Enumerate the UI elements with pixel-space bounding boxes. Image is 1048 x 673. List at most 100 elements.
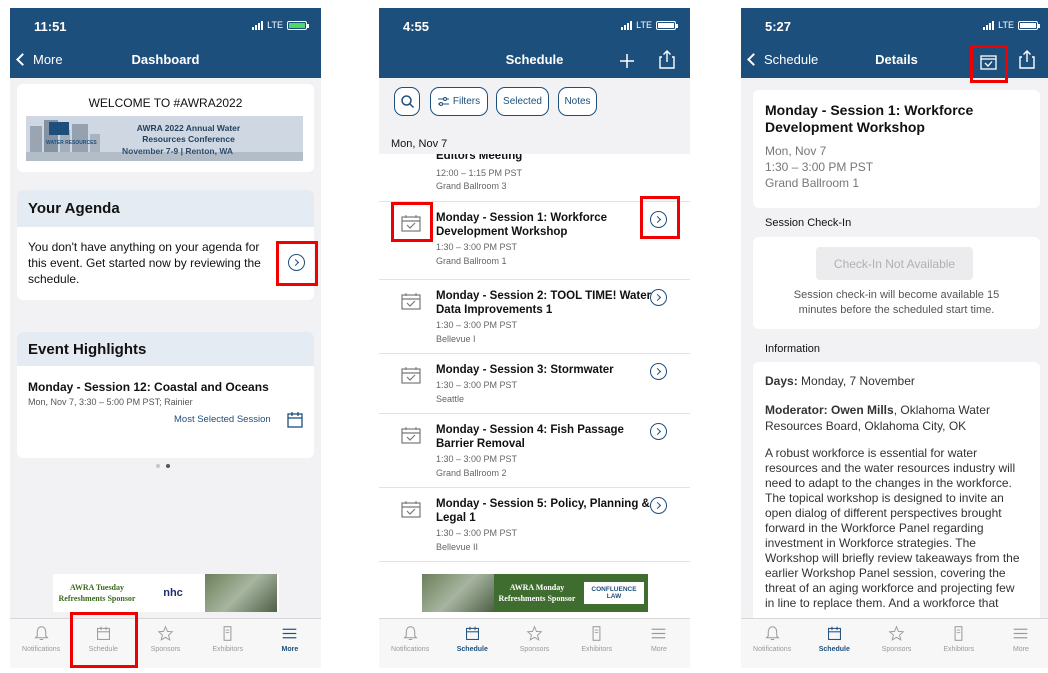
menu-icon: [1014, 628, 1028, 639]
star-icon: [157, 625, 174, 641]
session-time: 1:30 – 3:00 PM PST: [436, 242, 518, 252]
plus-icon[interactable]: [620, 54, 634, 68]
tab-exhibitors[interactable]: Exhibitors: [566, 619, 628, 668]
tab-schedule[interactable]: Schedule: [441, 619, 503, 668]
search-button[interactable]: [394, 87, 420, 116]
tab-exhibitors[interactable]: Exhibitors: [928, 619, 990, 668]
session-title: Monday - Session 4: Fish Passage Barrier…: [436, 424, 624, 450]
tab-bar: Notifications Schedule Sponsors Exhibito…: [10, 618, 321, 668]
session-details-button[interactable]: [650, 423, 667, 440]
sliders-icon: [437, 97, 449, 106]
nav-bar: More Dashboard: [10, 42, 321, 78]
session-title: Monday - Session 2: TOOL TIME! Water Dat…: [436, 290, 652, 316]
tab-sponsors[interactable]: Sponsors: [134, 619, 196, 668]
tab-sponsors[interactable]: Sponsors: [865, 619, 927, 668]
chevron-right-icon: [653, 367, 662, 376]
session-room: Seattle: [436, 394, 465, 404]
session-summary-card: Monday - Session 1: Workforce Developmen…: [753, 90, 1040, 208]
calendar-check-icon[interactable]: [401, 366, 421, 384]
session-room: Bellevue II: [436, 542, 479, 552]
agenda-card: Your Agenda You don't have anything on y…: [17, 190, 314, 300]
conference-banner[interactable]: WATER RESOURCES AWRA 2022 Annual Water R…: [26, 116, 303, 161]
session-title: Editors Meeting: [436, 154, 523, 162]
list-item[interactable]: Monday - Session 5: Policy, Planning & L…: [379, 488, 690, 562]
share-icon[interactable]: [659, 50, 675, 69]
selected-button[interactable]: Selected: [496, 87, 549, 116]
chevron-right-icon: [653, 501, 662, 510]
list-item[interactable]: Monday - Session 2: TOOL TIME! Water Dat…: [379, 280, 690, 354]
list-item[interactable]: Monday - Session 4: Fish Passage Barrier…: [379, 414, 690, 488]
filters-button[interactable]: Filters: [430, 87, 488, 116]
tab-more[interactable]: More: [990, 619, 1048, 668]
calendar-check-icon[interactable]: [401, 500, 421, 518]
checkin-card: Check-In Not Available Session check-in …: [753, 237, 1040, 329]
nav-bar: Schedule: [379, 42, 690, 78]
session-time: 1:30 – 3:00 PM PST: [436, 380, 518, 390]
notes-button[interactable]: Notes: [558, 87, 597, 116]
battery-icon: [1018, 20, 1040, 30]
share-icon[interactable]: [1019, 50, 1035, 69]
banner-logo-text: WATER RESOURCES: [46, 140, 97, 146]
signal-icon: [252, 20, 264, 30]
calendar-check-icon[interactable]: [401, 426, 421, 444]
session-details-button[interactable]: [650, 497, 667, 514]
tab-schedule[interactable]: Schedule: [803, 619, 865, 668]
welcome-card[interactable]: WELCOME TO #AWRA2022 WATER RESOURCES AWR…: [17, 84, 314, 172]
session-room: Grand Ballroom 1: [765, 176, 860, 190]
document-icon: [954, 626, 963, 641]
checkin-button[interactable]: Check-In Not Available: [816, 247, 973, 280]
network-label: LTE: [267, 20, 283, 30]
battery-icon: [656, 20, 678, 30]
search-icon: [400, 95, 414, 108]
tab-notifications[interactable]: Notifications: [10, 619, 72, 668]
tab-bar: Notifications Schedule Sponsors Exhibito…: [379, 618, 690, 668]
list-item[interactable]: Editors Meeting 12:00 – 1:15 PM PST Gran…: [379, 154, 690, 202]
tab-exhibitors[interactable]: Exhibitors: [197, 619, 259, 668]
calendar-check-icon[interactable]: [401, 292, 421, 310]
session-details-button[interactable]: [650, 363, 667, 380]
status-time: 5:27: [765, 19, 792, 34]
session-details-button[interactable]: [650, 289, 667, 306]
waterfall-image: [422, 574, 494, 612]
highlight-tag: Most Selected Session: [174, 414, 271, 425]
calendar-icon: [827, 626, 841, 640]
signal-icon: [983, 20, 995, 30]
agenda-header: Your Agenda: [17, 190, 314, 227]
highlight-box-calendar-check: [970, 45, 1008, 83]
highlights-header: Event Highlights: [17, 332, 314, 366]
tab-notifications[interactable]: Notifications: [741, 619, 803, 668]
tab-notifications[interactable]: Notifications: [379, 619, 441, 668]
chevron-right-icon: [653, 427, 662, 436]
session-title: Monday - Session 1: Workforce Developmen…: [436, 212, 608, 238]
status-bar: 11:51 LTE: [10, 8, 321, 42]
info-card: Days: Monday, 7 November Moderator: Owen…: [753, 362, 1040, 618]
highlight-title: Monday - Session 12: Coastal and Oceans: [28, 380, 269, 394]
calendar-icon: [287, 412, 303, 428]
tab-sponsors[interactable]: Sponsors: [503, 619, 565, 668]
waterfall-image: [205, 574, 277, 612]
tab-more[interactable]: More: [259, 619, 321, 668]
details-screen: 5:27 LTE Schedule Details Monday - Sessi…: [741, 8, 1048, 668]
info-heading: Information: [765, 343, 821, 355]
session-description: A robust workforce is essential for wate…: [765, 446, 1020, 610]
document-icon: [592, 626, 601, 641]
list-item[interactable]: Monday - Session 3: Stormwater 1:30 – 3:…: [379, 354, 690, 414]
tab-more[interactable]: More: [628, 619, 690, 668]
page-dot: [156, 464, 160, 468]
checkin-heading: Session Check-In: [765, 217, 852, 229]
agenda-message: You don't have anything on your agenda f…: [28, 240, 261, 286]
network-label: LTE: [636, 20, 652, 30]
sponsor-banner[interactable]: AWRA Tuesday Refreshments Sponsor nhc: [53, 574, 279, 612]
session-room: Bellevue I: [436, 334, 476, 344]
sponsor-logo: CONFLUENCE LAW: [584, 582, 644, 604]
tab-bar: Notifications Schedule Sponsors Exhibito…: [741, 618, 1048, 668]
highlight-box-review-button: [276, 241, 318, 286]
page-dot-active: [166, 464, 170, 468]
chevron-right-icon: [653, 293, 662, 302]
document-icon: [223, 626, 232, 641]
session-date: Mon, Nov 7: [765, 144, 827, 158]
page-indicator[interactable]: [156, 464, 170, 468]
session-time: 1:30 – 3:00 PM PST: [765, 160, 874, 174]
sponsor-banner[interactable]: AWRA Monday Refreshments Sponsor CONFLUE…: [422, 574, 648, 612]
status-bar: 5:27 LTE: [741, 8, 1048, 42]
